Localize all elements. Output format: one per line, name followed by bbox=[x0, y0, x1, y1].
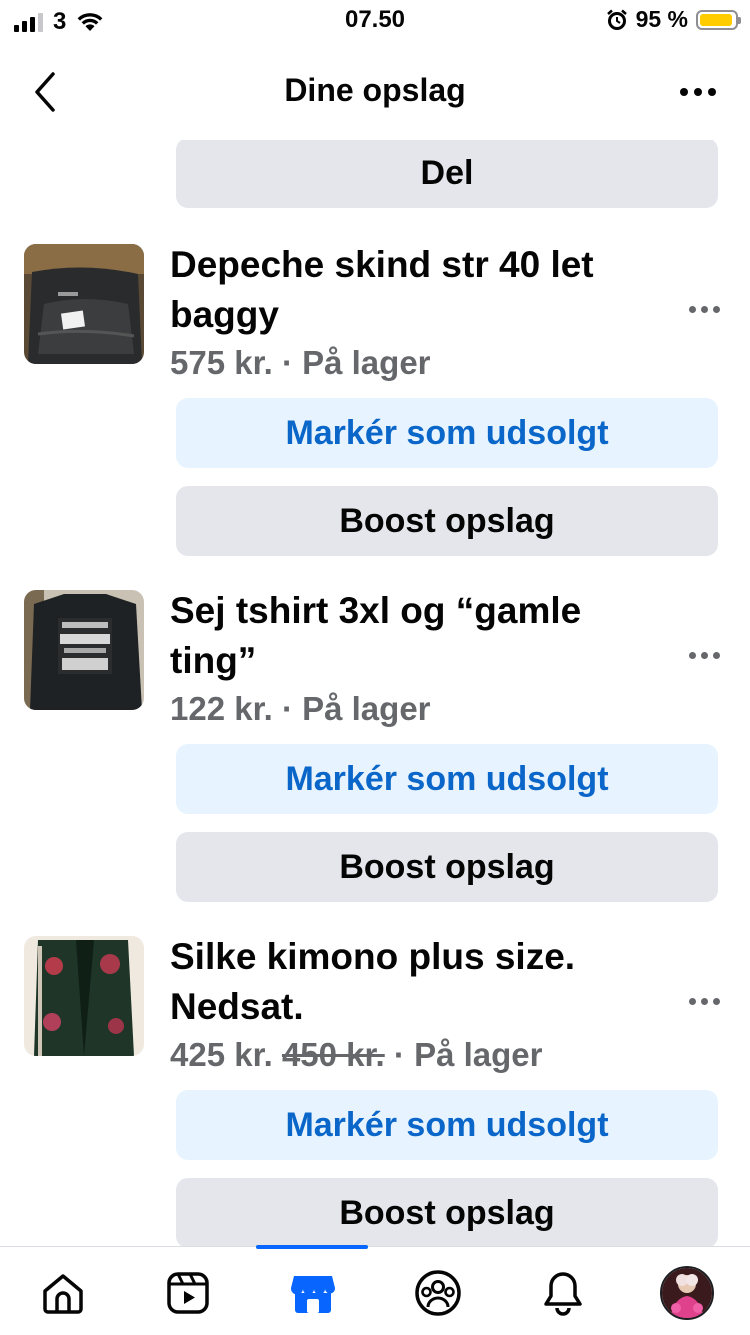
battery-icon bbox=[696, 9, 741, 30]
video-icon bbox=[167, 1272, 209, 1314]
mark-sold-button[interactable]: Markér som udsolgt bbox=[176, 398, 718, 468]
listing-title[interactable]: Depeche skind str 40 let baggy bbox=[170, 240, 670, 340]
listing-item: Silke kimono plus size. Nedsat. 425 kr. … bbox=[0, 936, 750, 1246]
bell-icon bbox=[544, 1272, 582, 1316]
mark-sold-button[interactable]: Markér som udsolgt bbox=[176, 1090, 718, 1160]
header: Dine opslag bbox=[0, 50, 750, 134]
listing-more-button[interactable] bbox=[689, 998, 720, 1005]
bottom-navigation bbox=[0, 1245, 750, 1335]
listing-photo bbox=[24, 936, 144, 1056]
home-icon bbox=[43, 1274, 83, 1314]
listing-more-button[interactable] bbox=[689, 652, 720, 659]
more-horizontal-icon bbox=[689, 306, 720, 313]
listing-status: · På lager bbox=[393, 1036, 543, 1073]
listings-scroll-area[interactable]: Del Depeche skind str 40 let baggy 575 k… bbox=[0, 140, 750, 1246]
more-horizontal-icon bbox=[680, 88, 716, 96]
listing-item: Depeche skind str 40 let baggy 575 kr. ·… bbox=[0, 244, 750, 574]
groups-icon bbox=[415, 1270, 461, 1316]
more-horizontal-icon bbox=[689, 652, 720, 659]
listing-more-button[interactable] bbox=[689, 306, 720, 313]
listing-photo bbox=[24, 590, 144, 710]
battery-percent: 95 % bbox=[635, 6, 688, 32]
listing-title[interactable]: Silke kimono plus size. Nedsat. bbox=[170, 932, 670, 1032]
listing-thumbnail[interactable] bbox=[24, 590, 144, 710]
boost-listing-button[interactable]: Boost opslag bbox=[176, 832, 718, 902]
listing-thumbnail[interactable] bbox=[24, 244, 144, 364]
nav-marketplace[interactable] bbox=[285, 1265, 341, 1321]
status-bar: 3 07.50 95 % bbox=[0, 0, 750, 42]
alarm-icon bbox=[606, 9, 627, 30]
listing-status: · På lager bbox=[281, 344, 431, 381]
nav-profile[interactable] bbox=[659, 1265, 715, 1321]
battery-fill bbox=[700, 13, 733, 26]
nav-notifications[interactable] bbox=[535, 1265, 591, 1321]
listing-status: · På lager bbox=[281, 690, 431, 727]
listing-photo bbox=[24, 244, 144, 364]
active-tab-indicator bbox=[256, 1245, 368, 1249]
listing-meta: 122 kr. · På lager bbox=[170, 690, 431, 728]
status-right: 95 % bbox=[606, 6, 741, 33]
profile-avatar bbox=[660, 1266, 714, 1320]
listing-item: Sej tshirt 3xl og “gamle ting” 122 kr. ·… bbox=[0, 590, 750, 920]
listing-meta: 425 kr. 450 kr. · På lager bbox=[170, 1036, 542, 1074]
listing-title[interactable]: Sej tshirt 3xl og “gamle ting” bbox=[170, 586, 670, 686]
boost-listing-button[interactable]: Boost opslag bbox=[176, 486, 718, 556]
share-button[interactable]: Del bbox=[176, 140, 718, 208]
nav-home[interactable] bbox=[35, 1265, 91, 1321]
listing-old-price: 450 kr. bbox=[281, 1036, 385, 1073]
listing-price: 575 kr. bbox=[170, 344, 273, 381]
more-options-button[interactable] bbox=[680, 80, 720, 104]
listing-thumbnail[interactable] bbox=[24, 936, 144, 1056]
mark-sold-button[interactable]: Markér som udsolgt bbox=[176, 744, 718, 814]
marketplace-icon bbox=[290, 1276, 336, 1313]
listing-price: 122 kr. bbox=[170, 690, 273, 727]
nav-video[interactable] bbox=[160, 1265, 216, 1321]
more-horizontal-icon bbox=[689, 998, 720, 1005]
page-title: Dine opslag bbox=[284, 72, 466, 108]
boost-listing-button[interactable]: Boost opslag bbox=[176, 1178, 718, 1246]
listing-price: 425 kr. bbox=[170, 1036, 273, 1073]
listing-meta: 575 kr. · På lager bbox=[170, 344, 431, 382]
nav-groups[interactable] bbox=[410, 1265, 466, 1321]
